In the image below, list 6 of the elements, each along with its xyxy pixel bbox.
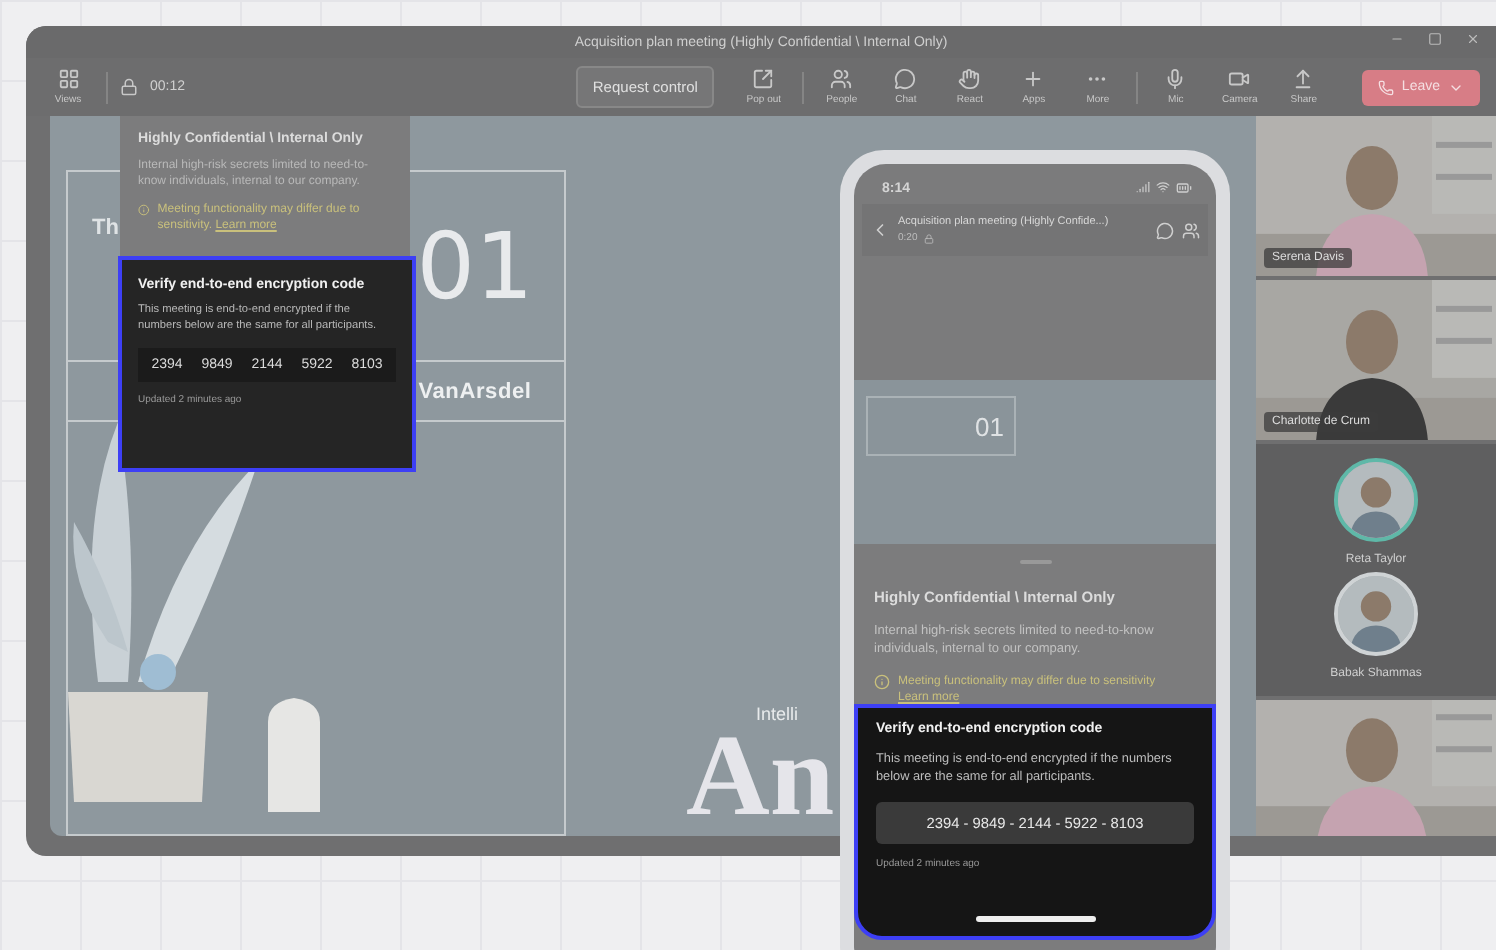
slide-subtitle: Intelli (756, 703, 799, 724)
slide-title: An (686, 723, 835, 828)
slide-number: 01 (975, 411, 1004, 441)
slide-number: 01 (416, 212, 534, 320)
brand-logo: VanArsdel (418, 379, 532, 403)
slide-heading: Th (92, 216, 119, 240)
